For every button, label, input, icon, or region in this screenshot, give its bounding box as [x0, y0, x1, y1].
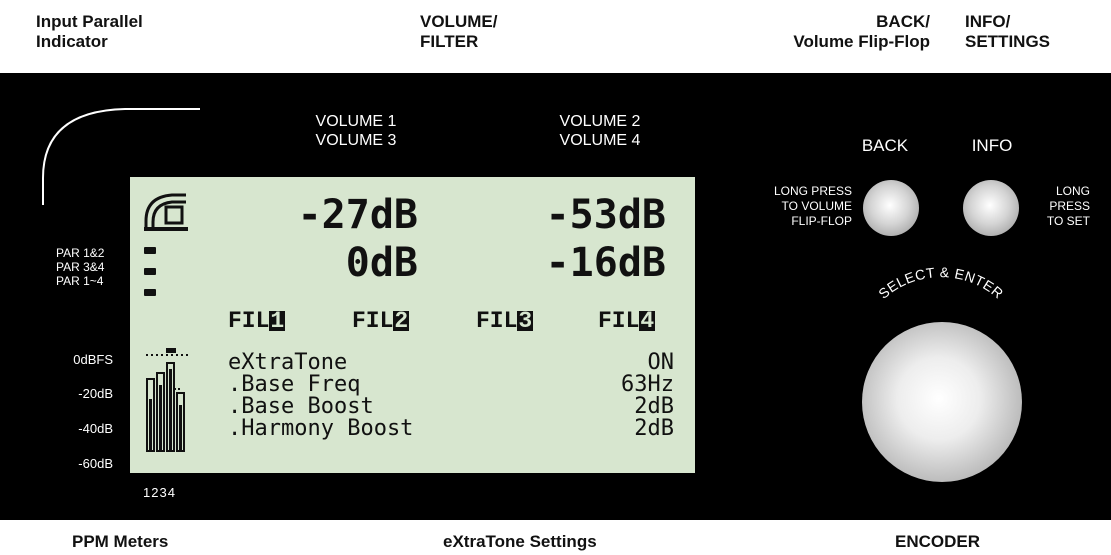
volume-3-value: 0dB — [345, 240, 418, 286]
info-settings-label: INFO/ SETTINGS — [965, 12, 1051, 51]
setting-base-freq-name: .Base Freq — [228, 372, 361, 397]
input-parallel-indicator-label: Input Parallel Indicator — [36, 12, 143, 51]
setting-harmony-boost-name: .Harmony Boost — [228, 416, 414, 441]
encoder-label: SELECT & ENTER — [875, 265, 1006, 302]
filter-1: FIL1 — [228, 308, 286, 334]
lcd-display: -27dB -53dB 0dB -16dB FIL1 FIL2 FIL3 FIL… — [130, 177, 695, 473]
setting-extratone-name: eXtraTone — [228, 350, 348, 375]
encoder-bottom-label: ENCODER — [895, 532, 981, 551]
volume-4-value: -16dB — [545, 240, 666, 286]
back-button[interactable] — [863, 180, 919, 236]
back-volume-flipflop-label: BACK/ Volume Flip-Flop — [793, 12, 930, 51]
back-button-label: BACK — [861, 136, 909, 155]
select-enter-encoder-knob[interactable] — [862, 322, 1022, 482]
par-1-2-indicator — [144, 247, 156, 254]
meter-scale-40db: -40dB — [78, 421, 113, 436]
ppm-meters-label: PPM Meters — [72, 532, 169, 551]
meter-scale-0dbfs: 0dBFS — [73, 352, 113, 367]
volume-filter-label: VOLUME/ FILTER — [420, 12, 498, 51]
filter-3: FIL3 — [476, 308, 534, 334]
meter-channel-numbers: 1234 — [143, 485, 176, 500]
volume-2-value: -53dB — [545, 192, 666, 238]
volume-header-left: VOLUME 1 VOLUME 3 — [315, 113, 397, 149]
volume-header-right: VOLUME 2 VOLUME 4 — [559, 113, 641, 149]
filter-4: FIL4 — [598, 308, 656, 334]
setting-harmony-boost-value: 2dB — [634, 416, 674, 441]
setting-base-boost-name: .Base Boost — [228, 394, 374, 419]
parallel-indicator-icon — [144, 193, 188, 231]
setting-extratone-value: ON — [647, 350, 675, 375]
info-button[interactable] — [963, 180, 1019, 236]
info-button-label: INFO — [971, 136, 1013, 155]
meter-scale-20db: -20dB — [78, 386, 113, 401]
info-long-press-hint: LONG PRESS TO SET — [1046, 184, 1090, 228]
svg-text:SELECT & ENTER: SELECT & ENTER — [875, 265, 1006, 302]
setting-base-freq-value: 63Hz — [621, 372, 674, 397]
extratone-settings-label: eXtraTone Settings — [443, 532, 597, 551]
filter-2: FIL2 — [352, 308, 410, 334]
ppm-meters — [146, 348, 188, 452]
par-labels: PAR 1&2 PAR 3&4 PAR 1~4 — [56, 246, 105, 288]
par-1-4-indicator — [144, 289, 156, 296]
meter-scale-60db: -60dB — [78, 456, 113, 471]
par-3-4-indicator — [144, 268, 156, 275]
back-long-press-hint: LONG PRESS TO VOLUME FLIP-FLOP — [773, 184, 852, 228]
volume-1-value: -27dB — [297, 192, 418, 238]
setting-base-boost-value: 2dB — [634, 394, 674, 419]
